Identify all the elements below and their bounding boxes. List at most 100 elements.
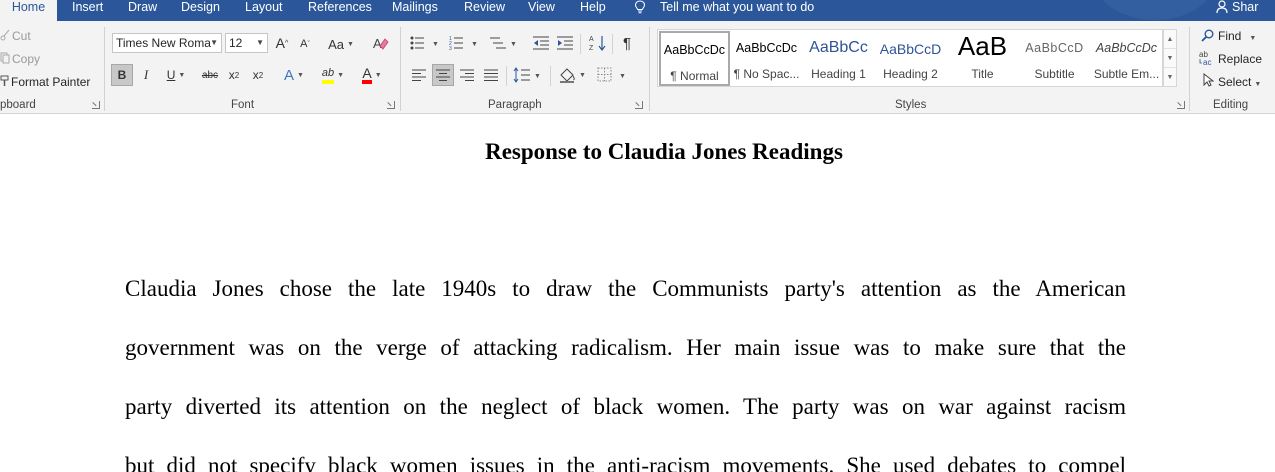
shrink-font-icon: A <box>300 38 308 50</box>
text-effects-button[interactable]: A ▼ <box>280 64 308 86</box>
person-icon <box>1216 0 1228 14</box>
subscript-button[interactable]: x2 <box>225 64 243 86</box>
grow-font-button[interactable]: A ^ <box>273 32 291 54</box>
more-styles-icon[interactable]: ▼ <box>1164 68 1176 87</box>
style-title[interactable]: AaB Title <box>947 31 1018 86</box>
tab-design[interactable]: Design <box>181 0 220 21</box>
style-normal[interactable]: AaBbCcDc ¶ Normal <box>659 31 730 86</box>
share-button[interactable]: Shar <box>1232 0 1258 14</box>
copy-button[interactable]: Copy <box>12 52 40 66</box>
chevron-down-icon: ▼ <box>178 71 186 79</box>
multilevel-list-icon[interactable]: ▼ <box>489 35 519 51</box>
copy-icon <box>0 52 10 64</box>
tell-me-search[interactable]: Tell me what you want to do <box>660 0 814 21</box>
superscript-button[interactable]: x2 <box>249 64 267 86</box>
group-separator <box>649 27 650 111</box>
bold-button[interactable]: B <box>111 64 133 86</box>
shrink-font-button[interactable]: Aˇ <box>297 33 313 55</box>
line-spacing-icon[interactable]: ▼ <box>513 67 543 83</box>
document-title: Response to Claudia Jones Readings <box>485 139 843 164</box>
superscript-digit: 2 <box>258 70 264 80</box>
font-name-value: Times New Roma <box>116 36 211 50</box>
grow-font-icon: A <box>275 35 286 51</box>
decorative-circle <box>1095 0 1215 20</box>
svg-text:▼: ▼ <box>579 72 586 79</box>
style-preview: AaBbCcDc <box>735 41 798 55</box>
font-dialog-launcher[interactable] <box>387 101 395 109</box>
style-name: Title <box>971 67 994 81</box>
tab-home[interactable]: Home <box>0 0 57 22</box>
svg-text:▼: ▼ <box>471 41 478 48</box>
justify-icon[interactable] <box>483 68 499 82</box>
change-case-icon: Aa <box>328 36 344 52</box>
format-painter-button[interactable]: Format Painter <box>11 75 90 89</box>
scroll-down-icon[interactable]: ▼ <box>1164 49 1176 68</box>
group-separator <box>104 27 105 111</box>
tab-references[interactable]: References <box>308 0 372 21</box>
style-name: Heading 2 <box>883 67 938 81</box>
cursor-arrow-icon <box>1203 73 1214 87</box>
style-subtitle[interactable]: AaBbCcD Subtitle <box>1019 31 1090 86</box>
italic-button[interactable]: I <box>137 64 155 86</box>
search-icon <box>1201 29 1214 42</box>
find-button[interactable]: Find ▼ <box>1218 29 1256 43</box>
align-right-icon[interactable] <box>459 68 475 82</box>
tab-view[interactable]: View <box>528 0 555 21</box>
style-name: Subtle Em... <box>1093 67 1160 81</box>
tab-insert[interactable]: Insert <box>72 0 103 21</box>
font-color-button[interactable]: A ▼ <box>356 64 388 86</box>
document-line: government was on the verge of attacking… <box>125 335 1126 360</box>
highlighter-icon: ab <box>321 67 335 84</box>
paragraph-dialog-launcher[interactable] <box>635 101 643 109</box>
tab-mailings[interactable]: Mailings <box>392 0 438 21</box>
change-case-button[interactable]: Aa ▼ <box>325 33 357 55</box>
style-subtle-emphasis[interactable]: AaBbCcDc Subtle Em... <box>1091 31 1162 86</box>
style-preview: AaBbCcDc <box>1095 41 1158 55</box>
styles-group-label: Styles <box>895 99 927 111</box>
increase-indent-icon[interactable] <box>556 35 574 51</box>
select-button[interactable]: Select ▼ <box>1218 75 1261 89</box>
sort-icon[interactable]: AZ <box>589 34 607 52</box>
tab-help[interactable]: Help <box>580 0 606 21</box>
align-left-icon[interactable] <box>411 68 427 82</box>
tab-layout[interactable]: Layout <box>245 0 283 21</box>
cut-button[interactable]: Cut <box>12 29 31 43</box>
tab-review[interactable]: Review <box>464 0 505 21</box>
style-name: ¶ Normal <box>670 69 719 83</box>
underline-button[interactable]: U ▼ <box>160 64 192 86</box>
bullets-icon[interactable]: ▼ <box>410 35 442 51</box>
subscript-digit: 2 <box>234 70 240 80</box>
highlight-button[interactable]: ab ▼ <box>316 64 350 86</box>
document-body[interactable]: Claudia Jones chose the late 1940s to dr… <box>125 259 1126 472</box>
style-preview: AaBbCc <box>809 39 868 56</box>
shading-icon[interactable]: ▼ <box>558 66 588 84</box>
strikethrough-button[interactable]: abc <box>199 64 221 86</box>
clipboard-dialog-launcher[interactable] <box>92 101 100 109</box>
style-no-spacing[interactable]: AaBbCcDc ¶ No Spac... <box>731 31 802 86</box>
style-heading-2[interactable]: AaBbCcD Heading 2 <box>875 31 946 86</box>
svg-text:Z: Z <box>589 45 594 52</box>
svg-text:▼: ▼ <box>432 41 439 48</box>
chevron-down-icon: ▼ <box>337 71 345 79</box>
ribbon-home: Cut Copy Format Painter pboard Times New… <box>0 21 1275 114</box>
font-size-combo[interactable]: 12 ▼ <box>225 33 268 53</box>
style-heading-1[interactable]: AaBbCc Heading 1 <box>803 31 874 86</box>
svg-text:3: 3 <box>449 46 452 51</box>
styles-gallery-scroll: ▲ ▼ ▼ <box>1163 29 1177 87</box>
scroll-up-icon[interactable]: ▲ <box>1164 30 1176 49</box>
pilcrow-icon[interactable]: ¶ <box>619 32 635 54</box>
numbering-icon[interactable]: 1 2 3 ▼ <box>449 35 481 51</box>
chevron-down-icon: ▼ <box>374 71 382 79</box>
align-center-button[interactable] <box>432 64 454 86</box>
svg-text:▼: ▼ <box>619 73 626 80</box>
tab-draw[interactable]: Draw <box>128 0 157 21</box>
styles-dialog-launcher[interactable] <box>1177 101 1185 109</box>
decrease-indent-icon[interactable] <box>532 35 550 51</box>
clear-formatting-icon[interactable]: A <box>372 36 389 51</box>
ribbon-tab-bar: Home Insert Draw Design Layout Reference… <box>0 0 1275 22</box>
document-line: but did not specify black women issues i… <box>125 453 1126 472</box>
document-line: party diverted its attention on the negl… <box>125 394 1126 419</box>
replace-button[interactable]: Replace <box>1218 52 1262 66</box>
borders-icon[interactable]: ▼ <box>597 67 629 83</box>
font-name-combo[interactable]: Times New Roma ▼ <box>112 33 222 53</box>
